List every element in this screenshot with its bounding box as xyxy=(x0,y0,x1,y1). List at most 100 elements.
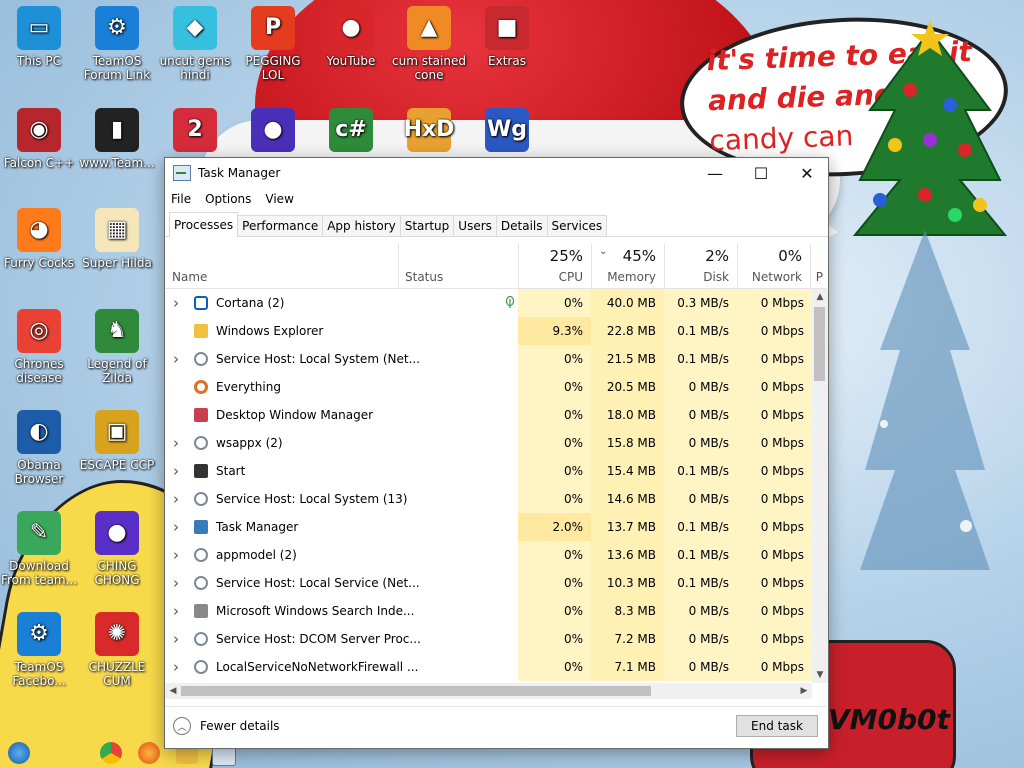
expand-chevron-icon[interactable]: › xyxy=(173,457,179,485)
desktop-icon[interactable]: ⚙ TeamOS Facebo... xyxy=(0,612,78,688)
firefox-taskbar-icon[interactable] xyxy=(138,742,160,764)
column-header-network[interactable]: 0% Network xyxy=(737,244,810,288)
desktop-icon[interactable]: ✎ Download From team... xyxy=(0,511,78,587)
desktop-icon-label: cum stained cone xyxy=(392,54,466,82)
menu-file[interactable]: File xyxy=(171,192,191,206)
gear-icon: ⚙ xyxy=(17,612,61,656)
desktop-icon[interactable]: ◉ Falcon C++ xyxy=(0,108,78,170)
desktop-icon-label: TeamOS Facebo... xyxy=(12,660,66,688)
desktop-icon[interactable]: ▲ cum stained cone xyxy=(390,6,468,82)
menu-view[interactable]: View xyxy=(265,192,293,206)
table-row[interactable]: › Service Host: Local System (13) 0% 14.6 M… xyxy=(165,485,812,513)
cpu-cell: 2.0% xyxy=(518,513,591,541)
expand-chevron-icon[interactable]: › xyxy=(173,289,179,317)
leaf-status-icon xyxy=(505,295,515,308)
memory-cell: 7.2 MB xyxy=(591,625,664,653)
desktop-icon[interactable]: ▭ This PC xyxy=(0,6,78,68)
fewer-details-button[interactable]: ︿ Fewer details xyxy=(173,717,280,735)
table-row[interactable]: › Service Host: DCOM Server Proc... 0% 7.2 … xyxy=(165,625,812,653)
desktop-icon[interactable]: ◐ Obama Browser xyxy=(0,410,78,486)
desktop-icon[interactable]: ▦ Super Hilda xyxy=(78,208,156,270)
scroll-right-icon[interactable]: ▶ xyxy=(796,683,812,699)
tab-processes[interactable]: Processes xyxy=(169,212,239,237)
expand-chevron-icon[interactable]: › xyxy=(173,485,179,513)
tab-performance[interactable]: Performance xyxy=(237,215,324,236)
table-row[interactable]: Windows Explorer 9.3% 22.8 MB 0.1 MB/s 0 Mbp… xyxy=(165,317,812,345)
column-header-name[interactable]: Name xyxy=(165,244,398,288)
desktop-icon[interactable]: ● YouTube xyxy=(312,6,390,68)
desktop-icon[interactable]: ● xyxy=(234,108,312,156)
column-header-disk[interactable]: 2% Disk xyxy=(664,244,737,288)
column-header-memory[interactable]: ⌄ 45% Memory xyxy=(591,244,664,288)
chrome-taskbar-icon[interactable] xyxy=(100,742,122,764)
expand-chevron-icon[interactable]: › xyxy=(173,625,179,653)
expand-chevron-icon[interactable]: › xyxy=(173,569,179,597)
maximize-button[interactable]: ☐ xyxy=(738,158,784,188)
scroll-up-icon[interactable]: ▲ xyxy=(812,289,828,305)
desktop-icon[interactable]: ◎ Chrones disease xyxy=(0,309,78,385)
end-task-button[interactable]: End task xyxy=(736,715,818,737)
tab-services[interactable]: Services xyxy=(546,215,608,236)
service-gear-icon xyxy=(194,548,208,562)
process-name: Service Host: Local System (13) xyxy=(216,492,408,506)
scroll-left-icon[interactable]: ◀ xyxy=(165,683,181,699)
memory-cell: 13.6 MB xyxy=(591,541,664,569)
close-button[interactable]: ✕ xyxy=(784,158,830,188)
desktop-icon[interactable]: ⚙ TeamOS Forum Link xyxy=(78,6,156,82)
column-header-overflow[interactable]: P xyxy=(810,244,827,288)
title-bar[interactable]: Task Manager — ☐ ✕ xyxy=(165,158,828,188)
column-header-status[interactable]: Status xyxy=(398,244,518,288)
tab-app-history[interactable]: App history xyxy=(322,215,401,236)
process-name: Windows Explorer xyxy=(216,324,324,338)
menu-options[interactable]: Options xyxy=(205,192,251,206)
desktop-icon[interactable]: ■ Extras xyxy=(468,6,546,68)
desktop-icon[interactable]: ♞ Legend of Zilda xyxy=(78,309,156,385)
table-row[interactable]: › wsappx (2) 0% 15.8 MB 0 MB/s 0 Mbps xyxy=(165,429,812,457)
minimize-button[interactable]: — xyxy=(692,158,738,188)
search-indexer-icon xyxy=(194,604,208,618)
vertical-scrollbar[interactable]: ▲ ▼ xyxy=(812,289,828,683)
scroll-down-icon[interactable]: ▼ xyxy=(812,667,828,683)
table-row[interactable]: › Task Manager 2.0% 13.7 MB 0.1 MB/s 0 Mbps xyxy=(165,513,812,541)
expand-chevron-icon[interactable]: › xyxy=(173,653,179,681)
desktop-icon[interactable]: Wg xyxy=(468,108,546,156)
table-row[interactable]: › Microsoft Windows Search Inde... 0% 8.3 M… xyxy=(165,597,812,625)
table-row[interactable]: › Service Host: Local Service (Net... 0% 10… xyxy=(165,569,812,597)
desktop-icon[interactable]: P PEGGING LOL xyxy=(234,6,312,82)
expand-chevron-icon[interactable]: › xyxy=(173,345,179,373)
table-row[interactable]: › Service Host: Local System (Net... 0% 21.… xyxy=(165,345,812,373)
vertical-scroll-thumb[interactable] xyxy=(814,307,825,381)
start-button[interactable] xyxy=(8,742,30,764)
table-row[interactable]: Desktop Window Manager 0% 18.0 MB 0 MB/s 0 M… xyxy=(165,401,812,429)
table-row[interactable]: › appmodel (2) 0% 13.6 MB 0.1 MB/s 0 Mbps xyxy=(165,541,812,569)
tab-startup[interactable]: Startup xyxy=(399,215,455,236)
desktop-icon[interactable]: 2 xyxy=(156,108,234,156)
tab-users[interactable]: Users xyxy=(453,215,497,236)
start-window-icon xyxy=(194,464,208,478)
horizontal-scrollbar[interactable]: ◀ ▶ xyxy=(165,683,812,699)
table-row[interactable]: › Start 0% 15.4 MB 0.1 MB/s 0 Mbps xyxy=(165,457,812,485)
desktop-icon[interactable]: ✺ CHUZZLE CUM xyxy=(78,612,156,688)
expand-chevron-icon[interactable]: › xyxy=(173,597,179,625)
table-row[interactable]: › LocalServiceNoNetworkFirewall ... 0% 7.1 … xyxy=(165,653,812,681)
table-row[interactable]: › Cortana (2) 0% 40.0 MB 0.3 MB/s 0 Mbps xyxy=(165,289,812,317)
footer-bar: ︿ Fewer details End task xyxy=(165,706,827,747)
desktop-icon-label: Extras xyxy=(488,54,526,68)
memory-cell: 22.8 MB xyxy=(591,317,664,345)
desktop-icon[interactable]: ● CHING CHONG xyxy=(78,511,156,587)
table-row[interactable]: Everything 0% 20.5 MB 0 MB/s 0 Mbps xyxy=(165,373,812,401)
expand-chevron-icon[interactable]: › xyxy=(173,513,179,541)
angry-bird-icon: ● xyxy=(329,6,373,50)
desktop-icon[interactable]: ◆ uncut gems hindi xyxy=(156,6,234,82)
desktop-icon[interactable]: c# xyxy=(312,108,390,156)
tab-details[interactable]: Details xyxy=(495,215,548,236)
desktop-icon[interactable]: HxD xyxy=(390,108,468,156)
desktop-icon[interactable]: ▮ www.Team... xyxy=(78,108,156,170)
horizontal-scroll-thumb[interactable] xyxy=(181,686,651,696)
chrome-icon: ◎ xyxy=(17,309,61,353)
expand-chevron-icon[interactable]: › xyxy=(173,541,179,569)
expand-chevron-icon[interactable]: › xyxy=(173,429,179,457)
column-header-cpu[interactable]: 25% CPU xyxy=(518,244,591,288)
desktop-icon[interactable]: ▣ ESCAPE CCP xyxy=(78,410,156,472)
desktop-icon[interactable]: ◕ Furry Cocks xyxy=(0,208,78,270)
